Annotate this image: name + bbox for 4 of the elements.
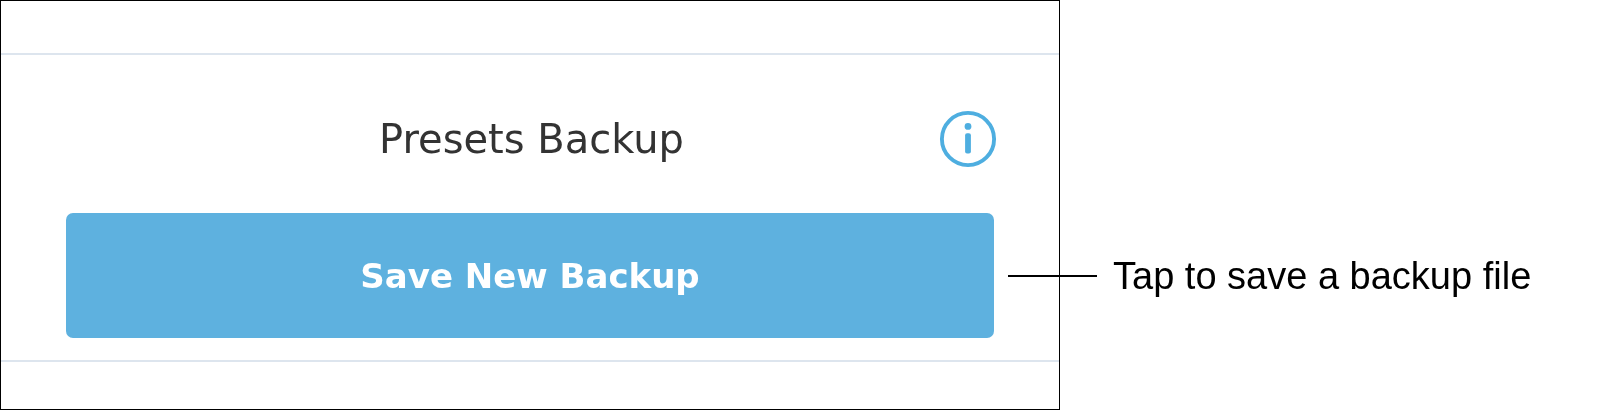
save-backup-button[interactable]: Save New Backup [66, 213, 994, 338]
section-title: Presets Backup [379, 116, 684, 162]
callout-text: Tap to save a backup file [1113, 254, 1532, 298]
info-icon[interactable] [939, 110, 997, 168]
